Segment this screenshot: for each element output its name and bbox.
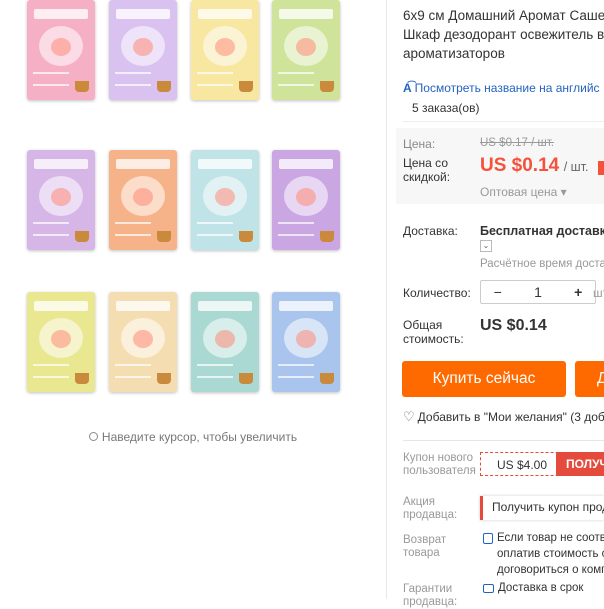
- shipping-dropdown-icon[interactable]: ⌄: [480, 240, 492, 252]
- total-label: Общая стоимость:: [403, 318, 464, 346]
- seller-coupon-button[interactable]: Получить купон прод: [480, 496, 604, 520]
- product-title: 6x9 см Домашний Аромат Саше Шкаф дезодор…: [403, 8, 604, 61]
- heart-icon: ♡: [403, 409, 415, 424]
- quantity-available: шт. (9: [593, 286, 604, 300]
- orders-count: 5 заказа(ов): [403, 99, 604, 122]
- gallery-thumbnail-packet[interactable]: [109, 292, 177, 392]
- add-to-wishlist-link[interactable]: ♡ Добавить в "Мои желания" (3 доба: [403, 409, 604, 425]
- price-label: Цена:: [403, 137, 436, 151]
- gallery-thumbnail-packet[interactable]: [191, 0, 259, 100]
- view-english-title-link[interactable]: A͡ Посмотреть название на английс: [403, 81, 600, 95]
- product-gallery[interactable]: Наведите курсор, чтобы увеличить: [0, 0, 386, 599]
- gallery-thumbnail-packet[interactable]: [109, 0, 177, 100]
- add-to-cart-button[interactable]: Д: [575, 361, 604, 397]
- panel-divider: [386, 0, 387, 599]
- returns-text: Если товар не соотве оплатив стоимость с…: [497, 532, 604, 576]
- on-time-delivery: Доставка в срок: [498, 582, 584, 594]
- return-policy-icon: [483, 533, 493, 544]
- discount-price: US $0.14 / шт.: [480, 155, 589, 176]
- gallery-thumbnail-packet[interactable]: [27, 150, 95, 250]
- gallery-thumbnail-packet[interactable]: [191, 292, 259, 392]
- zoom-hint: Наведите курсор, чтобы увеличить: [0, 430, 386, 444]
- gallery-thumbnail-packet[interactable]: [272, 292, 340, 392]
- section-divider: [403, 440, 604, 441]
- quantity-label: Количество:: [403, 286, 471, 300]
- gallery-thumbnail-packet[interactable]: [27, 292, 95, 392]
- quantity-increase-button[interactable]: +: [561, 284, 595, 300]
- coupon-value: US $4.00: [497, 458, 548, 472]
- original-price: US $0.17 / шт.: [480, 137, 554, 149]
- buy-now-button[interactable]: Купить сейчас: [402, 361, 566, 397]
- quantity-input[interactable]: 1: [515, 284, 562, 300]
- returns-label: Возврат товара: [403, 534, 447, 559]
- translate-icon: A͡: [403, 81, 412, 95]
- quantity-decrease-button[interactable]: −: [481, 284, 515, 300]
- magnifier-icon: [88, 432, 98, 441]
- discount-price-label: Цена со скидкой:: [403, 156, 451, 184]
- total-price: US $0.14: [480, 317, 547, 334]
- gallery-thumbnail-packet[interactable]: [191, 150, 259, 250]
- shipping-estimate: Расчётное время достав: [480, 258, 604, 270]
- wholesale-price-toggle[interactable]: Оптовая цена ▾: [480, 185, 567, 199]
- shipping-method[interactable]: Бесплатная доставка в: [480, 224, 604, 238]
- quantity-stepper[interactable]: − 1 +: [480, 280, 596, 304]
- gallery-thumbnail-packet[interactable]: [27, 0, 95, 100]
- new-user-coupon-label: Купон нового пользователя: [403, 452, 476, 477]
- gallery-thumbnail-packet[interactable]: [109, 150, 177, 250]
- gallery-thumbnail-packet[interactable]: [272, 0, 340, 100]
- seller-promo-label: Акция продавца:: [403, 496, 458, 521]
- new-user-coupon[interactable]: US $4.00 ПОЛУЧ: [480, 452, 604, 476]
- discount-badge: [598, 161, 604, 175]
- get-coupon-button[interactable]: ПОЛУЧ: [556, 452, 604, 476]
- gallery-thumbnail-packet[interactable]: [272, 150, 340, 250]
- shipping-label: Доставка:: [403, 224, 458, 238]
- guarantee-label: Гарантии продавца:: [403, 583, 458, 608]
- delivery-truck-icon: [483, 584, 494, 593]
